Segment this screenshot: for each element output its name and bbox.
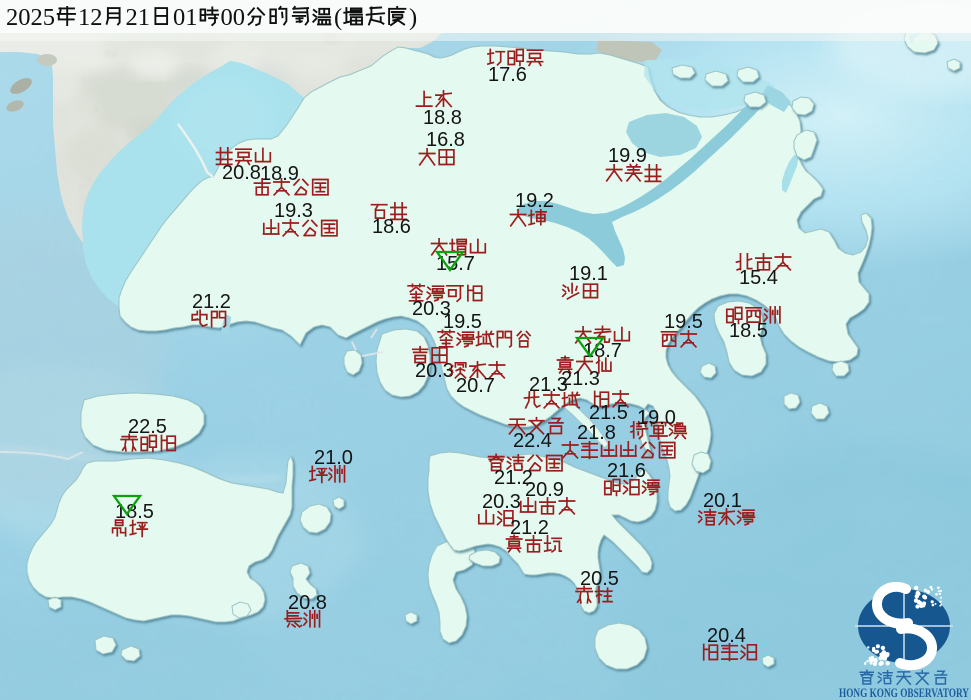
svg-text:20.1: 20.1 bbox=[703, 490, 742, 512]
svg-text:20.5: 20.5 bbox=[580, 568, 619, 590]
svg-text:21.0: 21.0 bbox=[314, 447, 353, 469]
svg-text:20.9: 20.9 bbox=[525, 479, 564, 501]
svg-text:21.8: 21.8 bbox=[577, 422, 616, 444]
svg-text:21.6: 21.6 bbox=[607, 460, 646, 482]
svg-text:16.8: 16.8 bbox=[426, 129, 465, 151]
svg-text:17.6: 17.6 bbox=[488, 64, 527, 86]
svg-text:18.6: 18.6 bbox=[372, 216, 411, 238]
svg-text:18.5: 18.5 bbox=[729, 320, 768, 342]
svg-text:HONG KONG OBSERVATORY: HONG KONG OBSERVATORY bbox=[839, 685, 969, 700]
svg-text:22.4: 22.4 bbox=[513, 430, 552, 452]
svg-text:20.4: 20.4 bbox=[707, 625, 746, 647]
svg-text:01: 01 bbox=[173, 4, 198, 31]
svg-text:(: ( bbox=[334, 4, 342, 31]
svg-text:12: 12 bbox=[78, 4, 103, 31]
svg-text:2025: 2025 bbox=[6, 4, 55, 31]
svg-text:18.8: 18.8 bbox=[423, 107, 462, 129]
svg-text:20.3: 20.3 bbox=[415, 360, 454, 382]
svg-text:21.5: 21.5 bbox=[589, 402, 628, 424]
svg-text:15.4: 15.4 bbox=[739, 267, 778, 289]
svg-text:20.8: 20.8 bbox=[288, 592, 327, 614]
svg-text:20.7: 20.7 bbox=[456, 375, 495, 397]
svg-text:19.1: 19.1 bbox=[569, 263, 608, 285]
svg-text:21.2: 21.2 bbox=[192, 291, 231, 313]
svg-text:22.5: 22.5 bbox=[128, 416, 167, 438]
svg-text:00: 00 bbox=[221, 4, 246, 31]
svg-text:): ) bbox=[409, 4, 417, 31]
svg-text:19.0: 19.0 bbox=[637, 407, 676, 429]
svg-text:21: 21 bbox=[126, 4, 151, 31]
svg-text:19.2: 19.2 bbox=[515, 190, 554, 212]
svg-text:19.9: 19.9 bbox=[608, 145, 647, 167]
svg-text:21.3: 21.3 bbox=[529, 374, 568, 396]
svg-text:19.5: 19.5 bbox=[664, 311, 703, 333]
svg-text:19.3: 19.3 bbox=[274, 200, 313, 222]
svg-text:21.2: 21.2 bbox=[510, 517, 549, 539]
svg-text:19.5: 19.5 bbox=[443, 311, 482, 333]
svg-text:20.3: 20.3 bbox=[482, 491, 521, 513]
svg-text:20.8: 20.8 bbox=[222, 162, 261, 184]
svg-text:18.7: 18.7 bbox=[583, 340, 622, 362]
